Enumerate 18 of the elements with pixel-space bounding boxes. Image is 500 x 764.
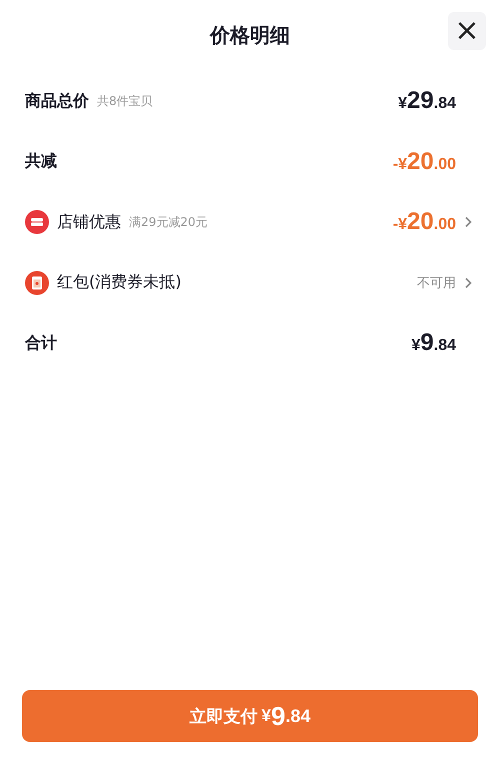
chevron-right-icon[interactable]: [464, 216, 472, 228]
sheet-title: 价格明细: [210, 22, 290, 48]
row-label: 红包(消费券未抵): [57, 272, 182, 294]
envelope-icon: [25, 270, 49, 295]
row-label: 商品总价: [25, 90, 89, 112]
row-label: 合计: [25, 332, 57, 354]
price-amount: ¥29.84: [398, 87, 456, 116]
close-button[interactable]: ×: [448, 12, 486, 50]
row-label: 店铺优惠: [57, 212, 121, 233]
price-amount: ¥9.84: [411, 329, 456, 358]
price-amount: -¥20.00: [392, 208, 456, 236]
row-note: 满29元减20元: [129, 214, 208, 231]
row-label: 共减: [25, 151, 57, 172]
shop-icon: [25, 210, 49, 234]
status-text: 不可用: [417, 274, 456, 292]
price-amount: -¥20.00: [392, 148, 456, 176]
chevron-right-icon[interactable]: [464, 276, 472, 289]
row-note: 共8件宝贝: [97, 92, 153, 110]
